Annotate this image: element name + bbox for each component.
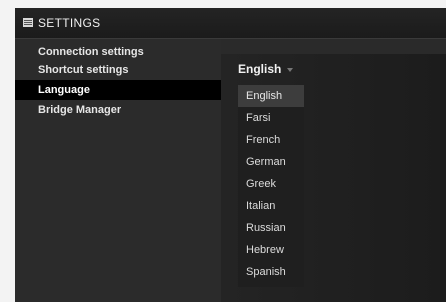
sidebar-item-shortcut-settings[interactable]: Shortcut settings (15, 60, 221, 80)
language-option-hebrew[interactable]: Hebrew (238, 239, 304, 261)
window-title: SETTINGS (38, 16, 101, 30)
settings-sidebar: Connection settings Shortcut settings La… (15, 39, 221, 302)
settings-icon (23, 18, 33, 27)
language-panel: English English Farsi French German Gree… (221, 39, 446, 302)
language-option-german[interactable]: German (238, 151, 304, 173)
sidebar-item-bridge-manager[interactable]: Bridge Manager (15, 100, 221, 120)
sidebar-item-language[interactable]: Language (15, 80, 221, 100)
language-option-russian[interactable]: Russian (238, 217, 304, 239)
language-option-farsi[interactable]: Farsi (238, 107, 304, 129)
language-option-english[interactable]: English (238, 85, 304, 107)
title-bar: SETTINGS (15, 8, 446, 39)
language-option-spanish[interactable]: Spanish (238, 261, 304, 283)
language-select[interactable]: English (238, 58, 294, 80)
language-option-french[interactable]: French (238, 129, 304, 151)
sidebar-item-connection-settings[interactable]: Connection settings (15, 42, 221, 62)
language-dropdown-list: English Farsi French German Greek Italia… (238, 85, 304, 287)
panel-header-strip (221, 39, 446, 54)
language-option-italian[interactable]: Italian (238, 195, 304, 217)
settings-window: SETTINGS Connection settings Shortcut se… (15, 8, 446, 302)
language-select-value: English (238, 62, 282, 76)
language-option-greek[interactable]: Greek (238, 173, 304, 195)
chevron-down-icon (287, 68, 294, 72)
